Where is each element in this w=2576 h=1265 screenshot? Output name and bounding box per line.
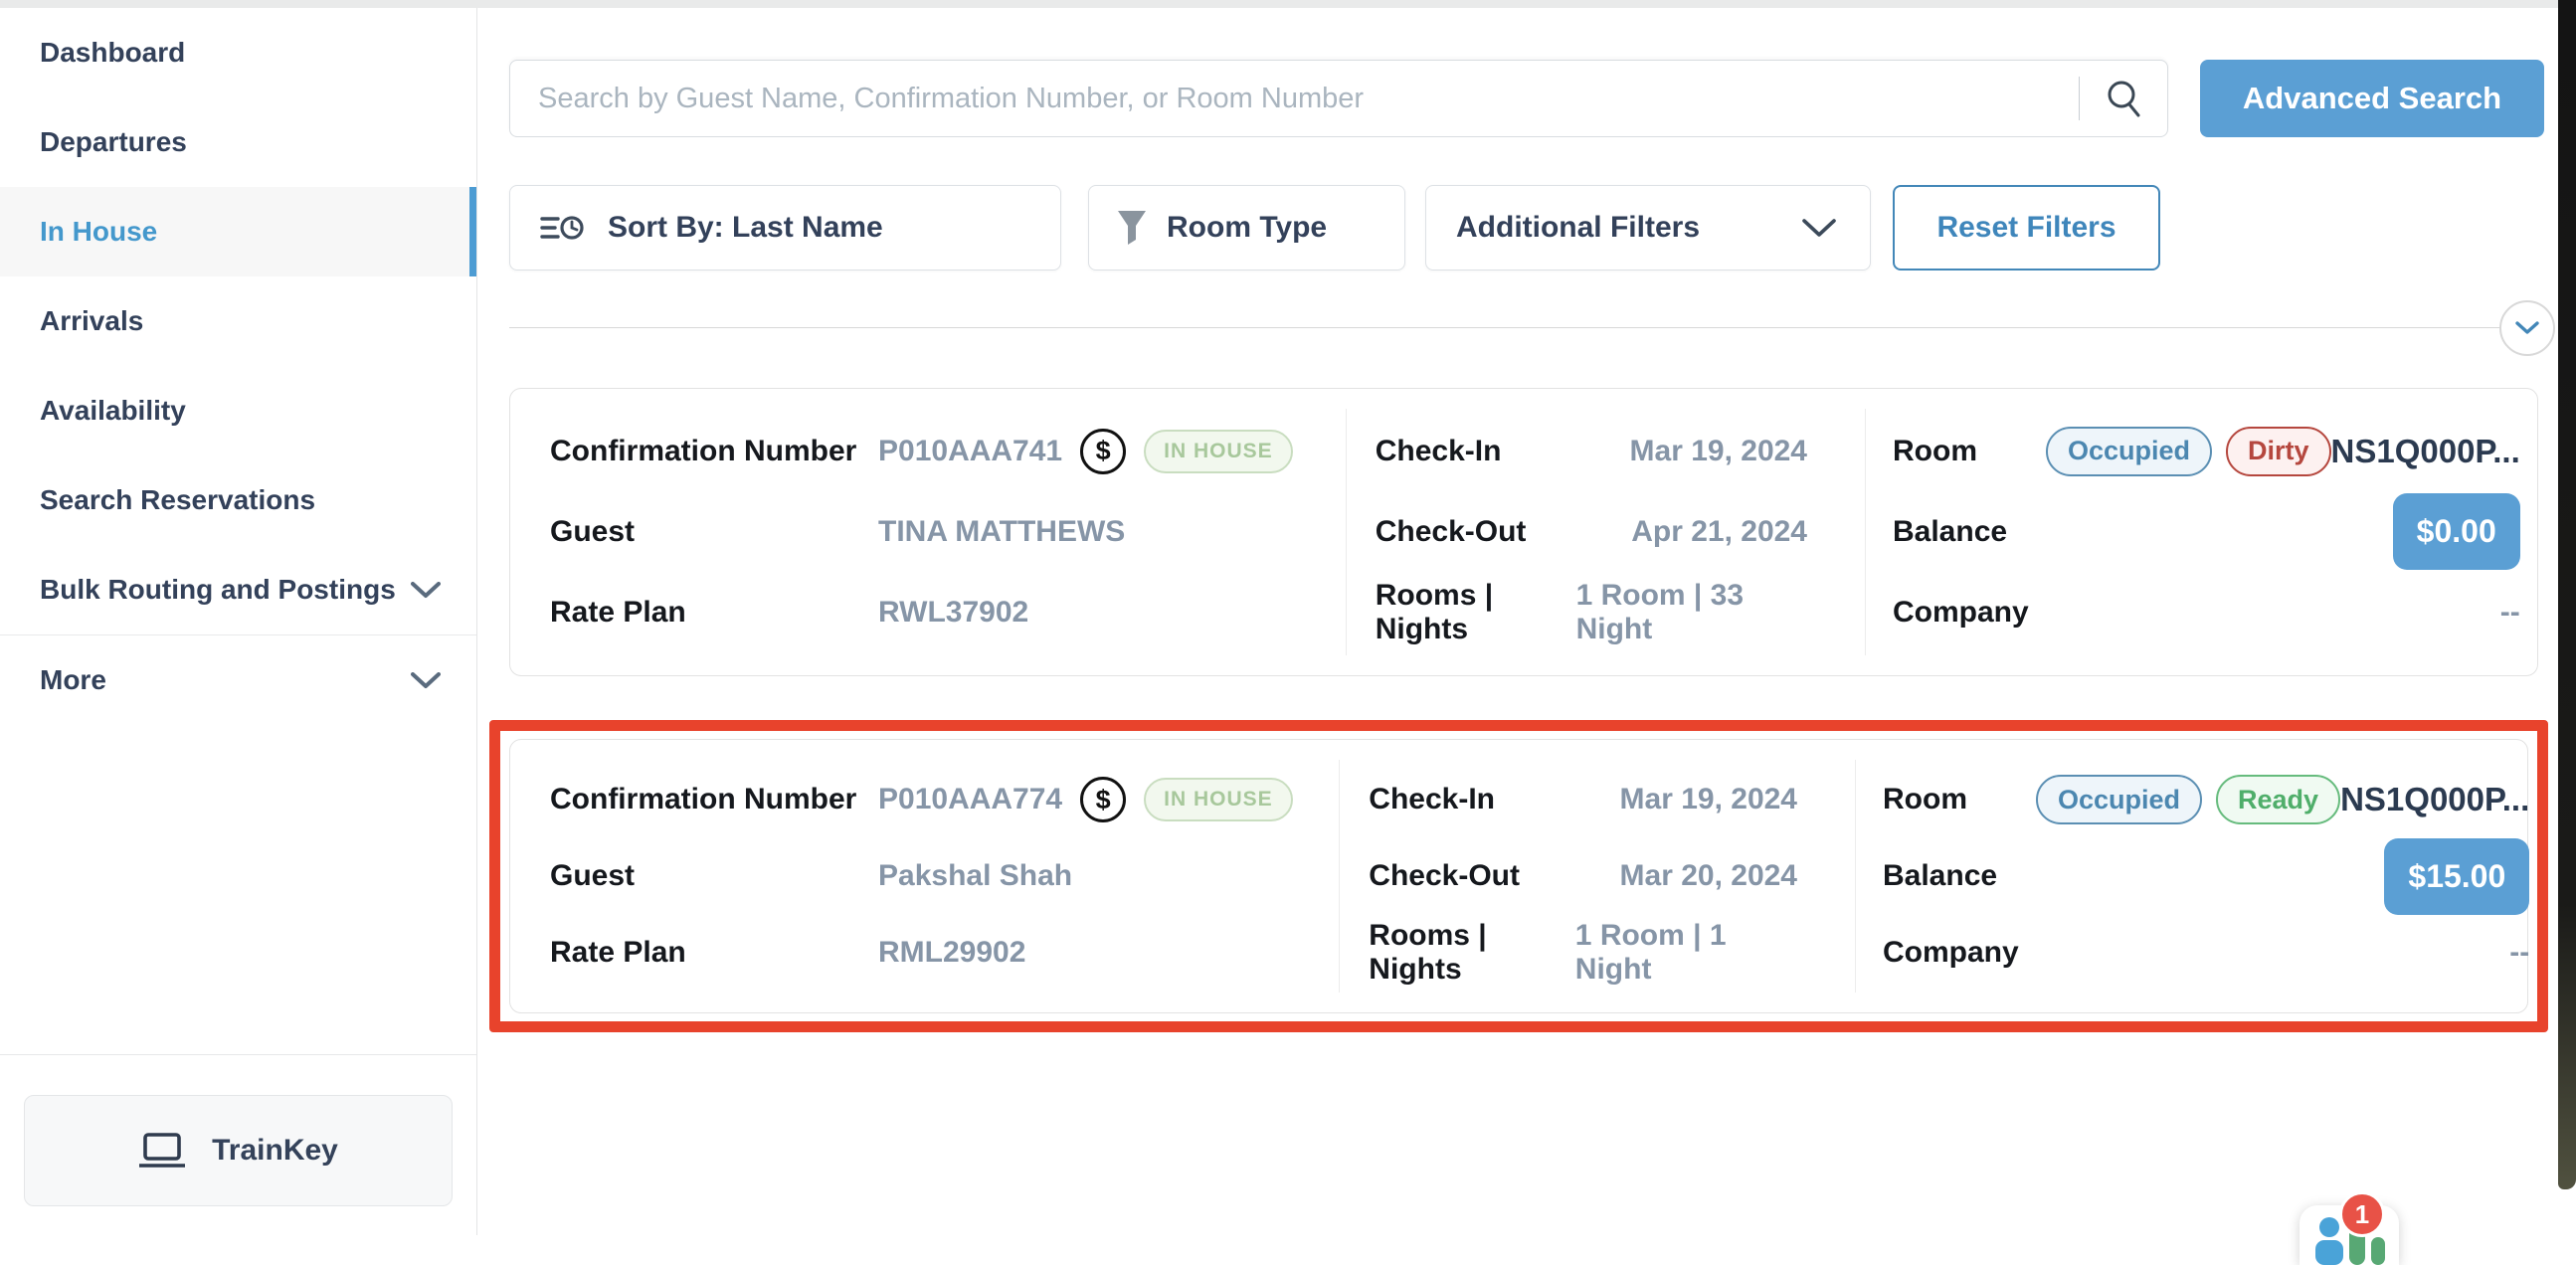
search-divider <box>2079 77 2080 120</box>
status-badge: IN HOUSE <box>1144 778 1293 821</box>
room-number-value: NS1Q000P... <box>2340 781 2529 818</box>
trainkey-button[interactable]: TrainKey <box>24 1095 453 1206</box>
balance-button[interactable]: $15.00 <box>2384 838 2529 915</box>
rate-plan-label: Rate Plan <box>550 596 878 630</box>
highlight-border: Confirmation Number P010AAA774 $ IN HOUS… <box>489 720 2548 1032</box>
rooms-nights-value: 1 Room | 33 Night <box>1576 579 1807 646</box>
confirmation-value: P010AAA741 <box>878 435 1062 468</box>
sidebar-item-bulk-routing[interactable]: Bulk Routing and Postings <box>0 545 476 634</box>
sidebar-item-search-reservations[interactable]: Search Reservations <box>0 455 476 545</box>
rooms-nights-value: 1 Room | 1 Night <box>1575 919 1797 987</box>
sidebar-item-availability[interactable]: Availability <box>0 366 476 455</box>
confirmation-value: P010AAA774 <box>878 783 1062 816</box>
rate-plan-value: RWL37902 <box>878 596 1028 630</box>
sidebar-item-more[interactable]: More <box>0 635 476 725</box>
card-dates-column: Check-In Mar 19, 2024 Check-Out Mar 20, … <box>1339 740 1855 1012</box>
rate-plan-label: Rate Plan <box>550 936 878 970</box>
window-edge-strip <box>2558 0 2576 1189</box>
reservation-card[interactable]: Confirmation Number P010AAA774 $ IN HOUS… <box>509 739 2528 1013</box>
chevron-down-icon <box>2515 321 2539 335</box>
laptop-icon <box>138 1132 186 1170</box>
folio-dollar-icon[interactable]: $ <box>1080 429 1126 474</box>
sort-by-label: Sort By: Last Name <box>608 211 883 245</box>
top-window-strip <box>0 0 2576 8</box>
room-type-label: Room Type <box>1167 211 1327 245</box>
sidebar-nav: Dashboard Departures In House Arrivals A… <box>0 8 476 725</box>
room-status-pill-ready: Ready <box>2216 775 2340 824</box>
guest-label: Guest <box>550 515 878 549</box>
check-out-value: Apr 21, 2024 <box>1631 515 1807 549</box>
company-label: Company <box>1893 596 2029 630</box>
advanced-search-button[interactable]: Advanced Search <box>2200 60 2544 137</box>
balance-label: Balance <box>1883 859 1997 893</box>
additional-filters-dropdown[interactable]: Additional Filters <box>1425 185 1871 271</box>
check-out-label: Check-Out <box>1369 859 1520 893</box>
room-status-pill-dirty: Dirty <box>2226 427 2331 476</box>
company-value: -- <box>2500 596 2520 630</box>
sidebar-item-arrivals[interactable]: Arrivals <box>0 276 476 366</box>
sidebar: Dashboard Departures In House Arrivals A… <box>0 8 477 1235</box>
collapse-section-button[interactable] <box>2499 300 2555 356</box>
card-room-column: Room Occupied Dirty NS1Q000P... Balance … <box>1865 389 2537 675</box>
confirmation-label: Confirmation Number <box>550 783 878 816</box>
sidebar-item-label: In House <box>40 216 157 248</box>
room-label: Room <box>1893 435 2010 468</box>
room-status-pill-occupied: Occupied <box>2046 427 2212 476</box>
room-label: Room <box>1883 783 2000 816</box>
check-in-value: Mar 19, 2024 <box>1630 435 1807 468</box>
chevron-down-icon <box>1802 219 1836 238</box>
chevron-down-icon <box>411 582 441 599</box>
check-out-label: Check-Out <box>1376 515 1527 549</box>
card-guest-column: Confirmation Number P010AAA774 $ IN HOUS… <box>510 740 1339 1012</box>
sidebar-item-label: Departures <box>40 126 187 158</box>
company-label: Company <box>1883 936 2019 970</box>
sidebar-item-label: Bulk Routing and Postings <box>40 574 396 606</box>
room-type-dropdown[interactable]: Room Type <box>1088 185 1405 271</box>
rate-plan-value: RML29902 <box>878 936 1025 970</box>
room-status-pill-occupied: Occupied <box>2036 775 2202 824</box>
sidebar-item-departures[interactable]: Departures <box>0 97 476 187</box>
guest-value: Pakshal Shah <box>878 859 1072 893</box>
status-badge: IN HOUSE <box>1144 430 1293 473</box>
guest-value: TINA MATTHEWS <box>878 515 1125 549</box>
reset-filters-button[interactable]: Reset Filters <box>1893 185 2160 271</box>
sidebar-item-label: Arrivals <box>40 305 143 337</box>
folio-dollar-icon[interactable]: $ <box>1080 777 1126 822</box>
check-in-label: Check-In <box>1369 783 1495 816</box>
room-number-value: NS1Q000P... <box>2331 433 2520 470</box>
funnel-icon <box>1117 210 1147 246</box>
search-input[interactable] <box>510 61 2079 136</box>
sidebar-item-dashboard[interactable]: Dashboard <box>0 8 476 97</box>
sidebar-item-label: Availability <box>40 395 186 427</box>
check-in-label: Check-In <box>1376 435 1502 468</box>
company-value: -- <box>2509 936 2529 970</box>
sidebar-item-in-house[interactable]: In House <box>0 187 476 276</box>
sidebar-footer: TrainKey <box>0 1054 476 1206</box>
chevron-down-icon <box>411 672 441 689</box>
balance-button[interactable]: $0.00 <box>2393 493 2520 570</box>
card-room-column: Room Occupied Ready NS1Q000P... Balance … <box>1855 740 2527 1012</box>
guest-label: Guest <box>550 859 878 893</box>
search-box <box>509 60 2168 137</box>
balance-label: Balance <box>1893 515 2007 549</box>
rooms-nights-label: Rooms | Nights <box>1376 579 1576 646</box>
trainkey-label: TrainKey <box>212 1134 338 1168</box>
sort-icon <box>540 211 586 245</box>
check-in-value: Mar 19, 2024 <box>1620 783 1797 816</box>
card-guest-column: Confirmation Number P010AAA741 $ IN HOUS… <box>510 389 1346 675</box>
notification-badge: 1 <box>2339 1191 2385 1237</box>
rooms-nights-label: Rooms | Nights <box>1369 919 1575 987</box>
confirmation-label: Confirmation Number <box>550 435 878 468</box>
check-out-value: Mar 20, 2024 <box>1620 859 1797 893</box>
sort-by-dropdown[interactable]: Sort By: Last Name <box>509 185 1061 271</box>
reservation-card[interactable]: Confirmation Number P010AAA741 $ IN HOUS… <box>509 388 2538 676</box>
sidebar-item-label: More <box>40 664 106 696</box>
search-icon[interactable] <box>2104 61 2167 136</box>
sidebar-item-label: Search Reservations <box>40 484 315 516</box>
card-dates-column: Check-In Mar 19, 2024 Check-Out Apr 21, … <box>1346 389 1865 675</box>
sidebar-item-label: Dashboard <box>40 37 185 69</box>
section-divider <box>509 327 2501 328</box>
additional-filters-label: Additional Filters <box>1456 211 1700 245</box>
